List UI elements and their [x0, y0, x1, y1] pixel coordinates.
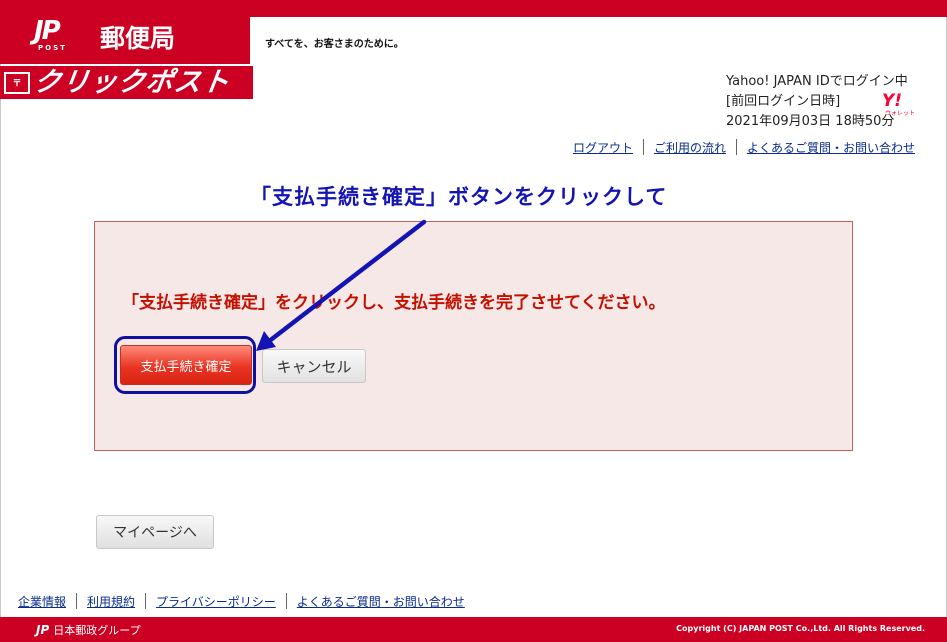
footer-link-privacy[interactable]: プライバシーポリシー	[156, 593, 276, 610]
footer-links: 企業情報 利用規約 プライバシーポリシー よくあるご質問・お問い合わせ	[18, 593, 465, 610]
footer-link-faq[interactable]: よくあるご質問・お問い合わせ	[297, 593, 465, 610]
footer-link-terms[interactable]: 利用規約	[87, 593, 135, 610]
footer-bar: JP 日本郵政グループ Copyright (C) JAPAN POST Co.,…	[0, 617, 947, 642]
copyright: Copyright (C) JAPAN POST Co.,Ltd. All Ri…	[676, 624, 925, 633]
login-info: Yahoo! JAPAN IDでログイン中 [前回ログイン日時] 2021年09…	[726, 72, 908, 132]
japan-post-logo[interactable]: JP POST 郵便局	[0, 0, 250, 64]
login-status: Yahoo! JAPAN IDでログイン中	[726, 74, 908, 89]
tagline: すべてを、お客さまのために。	[265, 39, 404, 50]
logo-slant-decoration	[228, 0, 254, 64]
clickpost-logo[interactable]: 〒 クリックポスト	[0, 66, 253, 99]
footer-link-company[interactable]: 企業情報	[18, 593, 66, 610]
logout-link[interactable]: ログアウト	[573, 139, 633, 156]
faq-link[interactable]: よくあるご質問・お問い合わせ	[747, 139, 915, 156]
divider	[76, 593, 78, 609]
jp-footer-mark: JP	[36, 623, 50, 637]
postal-mark-icon: 〒	[4, 71, 30, 94]
usage-flow-link[interactable]: ご利用の流れ	[654, 139, 726, 156]
annotation-caption: 「支払手続き確定」ボタンをクリックして	[250, 185, 668, 209]
last-login-datetime: 2021年09月03日 18時50分	[726, 114, 895, 129]
group-name: 日本郵政グループ	[53, 624, 141, 637]
header-links: ログアウト ご利用の流れ よくあるご質問・お問い合わせ	[573, 139, 915, 156]
yahoo-wallet-label: ウォレット	[885, 110, 916, 117]
divider	[735, 139, 737, 155]
last-login-label: [前回ログイン日時]	[726, 94, 841, 109]
annotation-highlight-box	[114, 336, 256, 394]
footer-group-logo[interactable]: JP 日本郵政グループ	[36, 622, 141, 638]
mypage-button[interactable]: マイページへ	[96, 515, 214, 549]
cancel-button[interactable]: キャンセル	[262, 349, 366, 383]
divider	[642, 139, 644, 155]
divider	[285, 593, 287, 609]
divider	[145, 593, 147, 609]
yahoo-wallet-icon: Y!	[882, 91, 903, 111]
clickpost-logo-text: クリックポスト	[31, 67, 233, 98]
yubinkyoku-title: 郵便局	[100, 24, 176, 53]
instruction-text: 「支払手続き確定」をクリックし、支払手続きを完了させてください。	[122, 293, 666, 313]
jp-logo-mark: JP	[34, 16, 61, 46]
post-logo-sub: POST	[38, 44, 67, 52]
